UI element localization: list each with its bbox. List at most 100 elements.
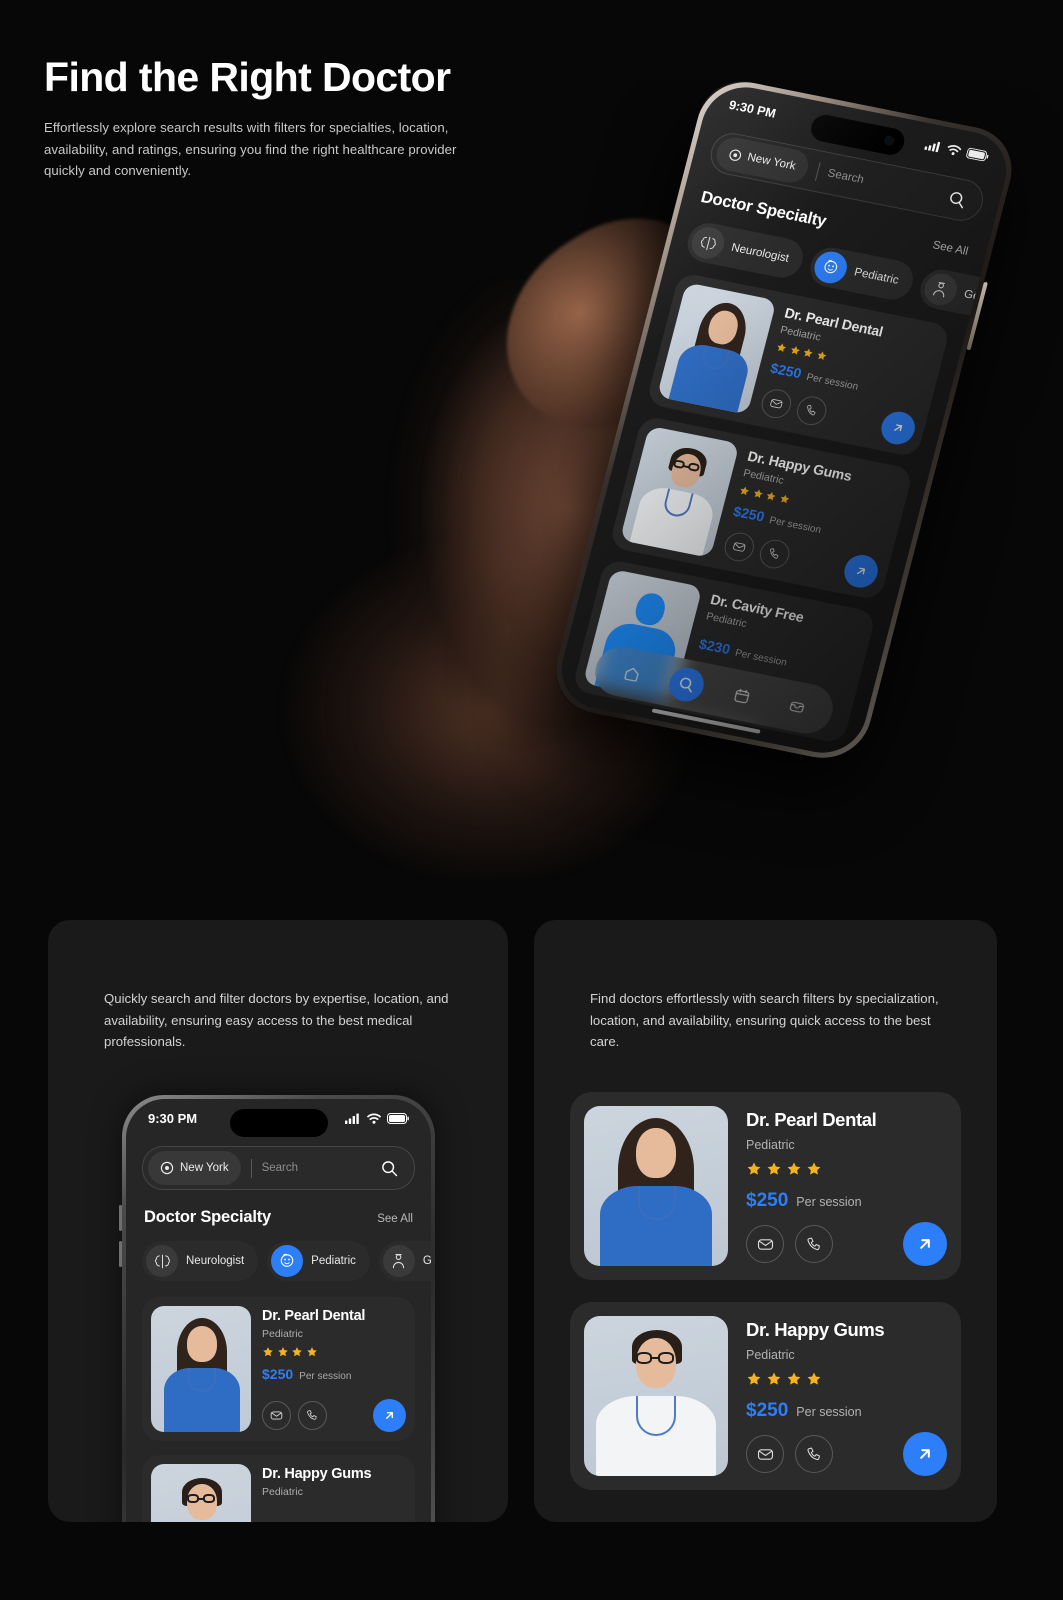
feature-panel-right: Find doctors effortlessly with search fi… [534, 920, 997, 1522]
right-panel-card-list: Dr. Pearl Dental Pediatric $250 Per sess… [570, 1092, 961, 1490]
doctor-card-actions [746, 1432, 947, 1476]
rating-stars [262, 1346, 406, 1358]
doctor-price: $250 [746, 1190, 789, 1211]
star-icon [263, 1347, 273, 1357]
specialty-chip-label: Ger [422, 1255, 431, 1267]
location-pin-icon [160, 1161, 174, 1175]
doctor-card[interactable]: Dr. Happy Gums Pediatric $250 Per sessio… [570, 1302, 961, 1490]
search-input[interactable]: Search [826, 167, 943, 201]
rating-stars [746, 1371, 947, 1387]
search-icon[interactable] [374, 1153, 404, 1183]
specialty-chip-label: Neurologist [186, 1255, 245, 1267]
doctor-price-unit: Per session [768, 515, 823, 537]
feature-panel-left: Quickly search and filter doctors by exp… [48, 920, 508, 1522]
star-icon [807, 1162, 821, 1175]
search-divider [814, 161, 821, 181]
doctor-card-actions [262, 1399, 406, 1432]
phone-call-icon[interactable] [795, 1435, 833, 1473]
search-bar[interactable]: New York Search [142, 1146, 415, 1190]
specialty-section-header: Doctor Specialty See All [126, 1190, 431, 1227]
star-icon [306, 1347, 317, 1357]
doctor-name: Dr. Happy Gums [262, 1466, 372, 1482]
doctor-name: Dr. Pearl Dental [262, 1308, 366, 1324]
specialty-chip-geriatric[interactable]: Ger [378, 1241, 431, 1281]
phone-call-icon[interactable] [795, 1225, 833, 1263]
mail-icon[interactable] [746, 1225, 784, 1263]
geriatric-person-icon [920, 270, 961, 309]
tab-inbox[interactable] [776, 687, 818, 727]
doctor-card-actions [746, 1222, 947, 1266]
phone-volume-down-button[interactable] [119, 1241, 122, 1267]
tab-home[interactable] [611, 654, 653, 694]
star-icon [777, 343, 787, 352]
arrow-up-right-icon[interactable] [840, 552, 882, 591]
doctor-specialty: Pediatric [746, 1138, 795, 1152]
battery-icon [387, 1113, 409, 1124]
tab-search[interactable] [665, 664, 708, 705]
doctor-name: Dr. Pearl Dental [746, 1109, 877, 1130]
star-icon [747, 1162, 761, 1175]
doctor-price-unit: Per session [733, 647, 788, 669]
specialty-chip-pediatric[interactable]: Pediatric [267, 1241, 370, 1281]
brain-icon [688, 224, 728, 262]
star-icon [766, 491, 776, 501]
doctor-specialty: Pediatric [746, 1348, 795, 1362]
specialty-chip-label: Pediatric [852, 266, 900, 287]
mail-icon[interactable] [721, 530, 758, 564]
cellular-signal-icon [924, 141, 941, 152]
doctor-photo [584, 1106, 728, 1266]
specialty-chip-label: Pediatric [311, 1255, 356, 1267]
star-icon [817, 351, 826, 360]
star-icon [753, 489, 763, 498]
arrow-up-right-icon[interactable] [903, 1222, 947, 1266]
panel-left-caption: Quickly search and filter doctors by exp… [104, 991, 449, 1050]
home-icon [624, 667, 639, 681]
arrow-up-right-icon[interactable] [903, 1432, 947, 1476]
doctor-card-list: Dr. Pearl Dental Pediatric $250 Per sess… [126, 1281, 431, 1522]
doctor-card[interactable]: Dr. Pearl Dental Pediatric $250 Per sess… [142, 1297, 415, 1441]
doctor-price-unit: Per session [805, 371, 860, 393]
baby-face-icon [271, 1245, 304, 1277]
arrow-up-right-icon[interactable] [373, 1399, 406, 1432]
doctor-price: $250 [731, 502, 767, 525]
phone-call-icon[interactable] [793, 393, 830, 428]
phone-volume-up-button[interactable] [119, 1205, 122, 1231]
cellular-signal-icon [345, 1113, 359, 1124]
doctor-price-unit: Per session [796, 1195, 862, 1209]
doctor-name: Dr. Happy Gums [746, 1319, 885, 1340]
star-icon [787, 1372, 801, 1385]
doctor-specialty: Pediatric [262, 1328, 303, 1340]
doctor-price: $250 [768, 359, 804, 382]
star-icon [780, 494, 789, 504]
location-chip[interactable]: New York [148, 1151, 241, 1185]
search-icon[interactable] [938, 182, 975, 217]
star-icon [767, 1372, 781, 1385]
doctor-price: $250 [746, 1400, 789, 1421]
wifi-icon [947, 144, 962, 155]
star-icon [292, 1347, 302, 1357]
mail-icon[interactable] [758, 386, 795, 421]
search-input[interactable]: Search [262, 1162, 374, 1174]
phone-call-icon[interactable] [298, 1401, 327, 1430]
location-label: New York [746, 151, 797, 173]
doctor-photo [619, 425, 740, 558]
doctor-price: $230 [697, 635, 732, 658]
see-all-link[interactable]: See All [377, 1213, 413, 1225]
doctor-card[interactable]: Dr. Happy Gums Pediatric [142, 1455, 415, 1522]
search-icon [680, 677, 692, 693]
panel-right-caption: Find doctors effortlessly with search fi… [590, 991, 939, 1050]
doctor-price-unit: Per session [796, 1405, 862, 1419]
search-divider [250, 1158, 252, 1178]
tab-calendar[interactable] [721, 676, 763, 716]
specialty-chip-neurologist[interactable]: Neurologist [142, 1241, 259, 1281]
inbox-icon [789, 701, 804, 713]
phone-call-icon[interactable] [756, 537, 793, 571]
star-icon [790, 346, 800, 355]
mail-icon[interactable] [262, 1401, 291, 1430]
mail-icon[interactable] [746, 1435, 784, 1473]
arrow-up-right-icon[interactable] [877, 408, 919, 448]
wifi-icon [367, 1113, 381, 1124]
doctor-card[interactable]: Dr. Pearl Dental Pediatric $250 Per sess… [570, 1092, 961, 1280]
star-icon [767, 1162, 781, 1175]
location-pin-icon [729, 149, 742, 161]
